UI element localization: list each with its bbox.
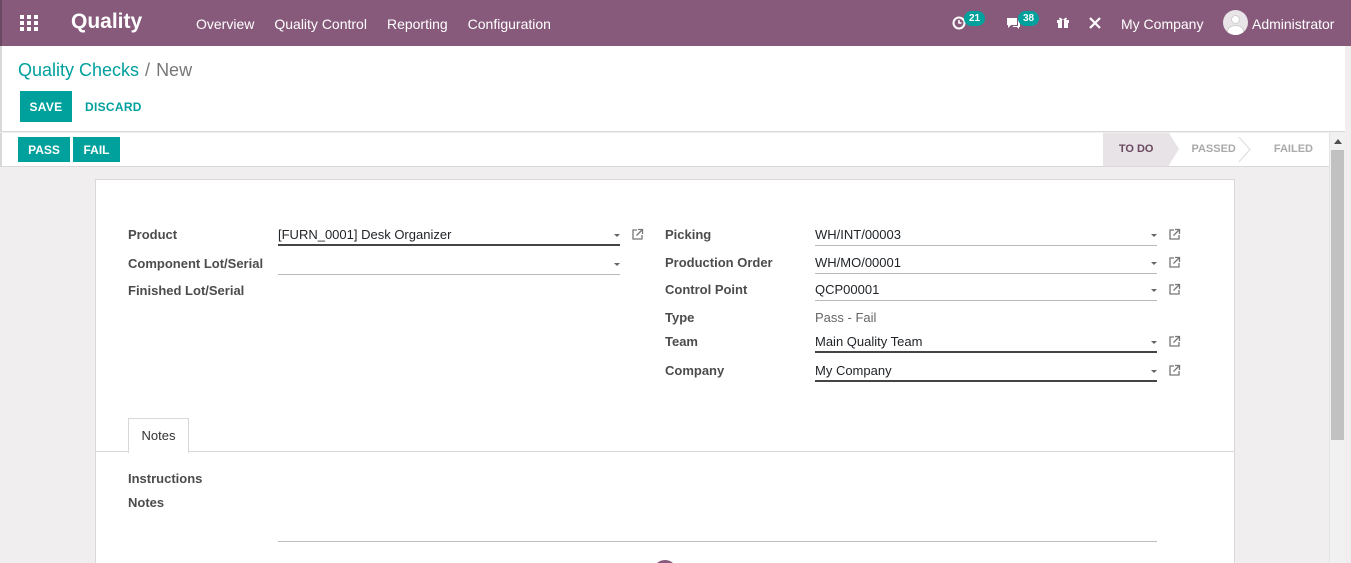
- menu-item-quality-control[interactable]: Quality Control: [274, 16, 367, 32]
- debug-tools-icon[interactable]: [1088, 16, 1102, 30]
- stage-pipeline: TO DO PASSED FAILED: [1102, 133, 1329, 166]
- notes-label: Notes: [128, 495, 165, 510]
- status-bar: PASS FAIL TO DO PASSED FAILED: [0, 133, 1329, 167]
- picking-field[interactable]: WH/INT/00003: [815, 224, 1157, 246]
- user-menu[interactable]: Administrator: [1252, 16, 1334, 32]
- product-external-link-icon[interactable]: [631, 228, 644, 241]
- team-external-link-icon[interactable]: [1168, 335, 1181, 348]
- company-switcher[interactable]: My Company: [1121, 16, 1203, 32]
- apps-grid-icon[interactable]: [20, 15, 38, 31]
- component-lot-dropdown-caret-icon[interactable]: [614, 263, 620, 266]
- fail-button[interactable]: FAIL: [73, 137, 120, 162]
- team-dropdown-caret-icon[interactable]: [1151, 341, 1157, 344]
- component-lot-label: Component Lot/Serial: [128, 256, 264, 271]
- type-value: Pass - Fail: [815, 310, 877, 325]
- control-point-external-link-icon[interactable]: [1168, 283, 1181, 296]
- form-sheet: Product [FURN_0001] Desk Organizer Compo…: [95, 179, 1235, 563]
- user-avatar[interactable]: [1223, 10, 1248, 35]
- save-button[interactable]: SAVE: [20, 91, 72, 122]
- breadcrumb-current: New: [156, 60, 193, 80]
- notebook-tabs: Notes: [96, 418, 1234, 453]
- scrollbar-thumb[interactable]: [1331, 150, 1344, 440]
- stage-passed[interactable]: PASSED: [1169, 133, 1251, 166]
- company-field[interactable]: My Company: [815, 360, 1157, 382]
- activity-count-badge: 21: [964, 11, 986, 26]
- control-point-dropdown-caret-icon[interactable]: [1151, 289, 1157, 292]
- control-point-label: Control Point: [665, 282, 748, 297]
- discard-button[interactable]: DISCARD: [85, 100, 142, 114]
- product-label: Product: [128, 227, 178, 242]
- control-point-field[interactable]: QCP00001: [815, 279, 1157, 301]
- gift-icon[interactable]: [1056, 15, 1070, 29]
- scroll-up-arrow-icon[interactable]: [1334, 139, 1342, 144]
- production-order-label: Production Order: [665, 255, 773, 270]
- menu-item-overview[interactable]: Overview: [196, 16, 254, 32]
- production-order-dropdown-caret-icon[interactable]: [1151, 262, 1157, 265]
- app-title[interactable]: Quality: [71, 10, 142, 34]
- picking-dropdown-caret-icon[interactable]: [1151, 234, 1157, 237]
- company-label: Company: [665, 363, 725, 378]
- instructions-label: Instructions: [128, 471, 203, 486]
- production-order-external-link-icon[interactable]: [1168, 256, 1181, 269]
- message-count-badge: 38: [1018, 11, 1040, 26]
- picking-value: WH/INT/00003: [815, 227, 901, 242]
- notes-field[interactable]: [278, 541, 1157, 542]
- main-menu: Overview Quality Control Reporting Confi…: [196, 16, 571, 32]
- type-label: Type: [665, 310, 695, 325]
- stage-failed[interactable]: FAILED: [1252, 133, 1329, 166]
- tab-notes[interactable]: Notes: [128, 418, 189, 453]
- menu-item-configuration[interactable]: Configuration: [468, 16, 551, 32]
- picking-external-link-icon[interactable]: [1168, 228, 1181, 241]
- product-field[interactable]: [FURN_0001] Desk Organizer: [278, 224, 620, 246]
- component-lot-field[interactable]: [278, 253, 620, 275]
- breadcrumb-quality-checks[interactable]: Quality Checks: [18, 60, 139, 80]
- finished-lot-label: Finished Lot/Serial: [128, 283, 245, 298]
- company-dropdown-caret-icon[interactable]: [1151, 370, 1157, 373]
- stage-to-do[interactable]: TO DO: [1102, 133, 1180, 166]
- control-panel: Quality Checks / New SAVE DISCARD: [0, 46, 1345, 132]
- company-external-link-icon[interactable]: [1168, 364, 1181, 377]
- team-label: Team: [665, 334, 698, 349]
- control-point-value: QCP00001: [815, 282, 880, 297]
- product-dropdown-caret-icon[interactable]: [614, 234, 620, 237]
- team-value: Main Quality Team: [815, 334, 923, 349]
- picking-label: Picking: [665, 227, 712, 242]
- company-value: My Company: [815, 363, 892, 378]
- vertical-scrollbar[interactable]: [1329, 133, 1345, 563]
- product-value: [FURN_0001] Desk Organizer: [278, 227, 452, 242]
- team-field[interactable]: Main Quality Team: [815, 331, 1157, 353]
- menu-item-reporting[interactable]: Reporting: [387, 16, 448, 32]
- top-navbar: Quality Overview Quality Control Reporti…: [0, 0, 1351, 46]
- production-order-value: WH/MO/00001: [815, 255, 901, 270]
- pass-button[interactable]: PASS: [18, 137, 70, 162]
- production-order-field[interactable]: WH/MO/00001: [815, 252, 1157, 274]
- stage-passed-label: PASSED: [1191, 143, 1236, 155]
- breadcrumb: Quality Checks / New: [18, 60, 192, 81]
- breadcrumb-separator: /: [145, 60, 151, 80]
